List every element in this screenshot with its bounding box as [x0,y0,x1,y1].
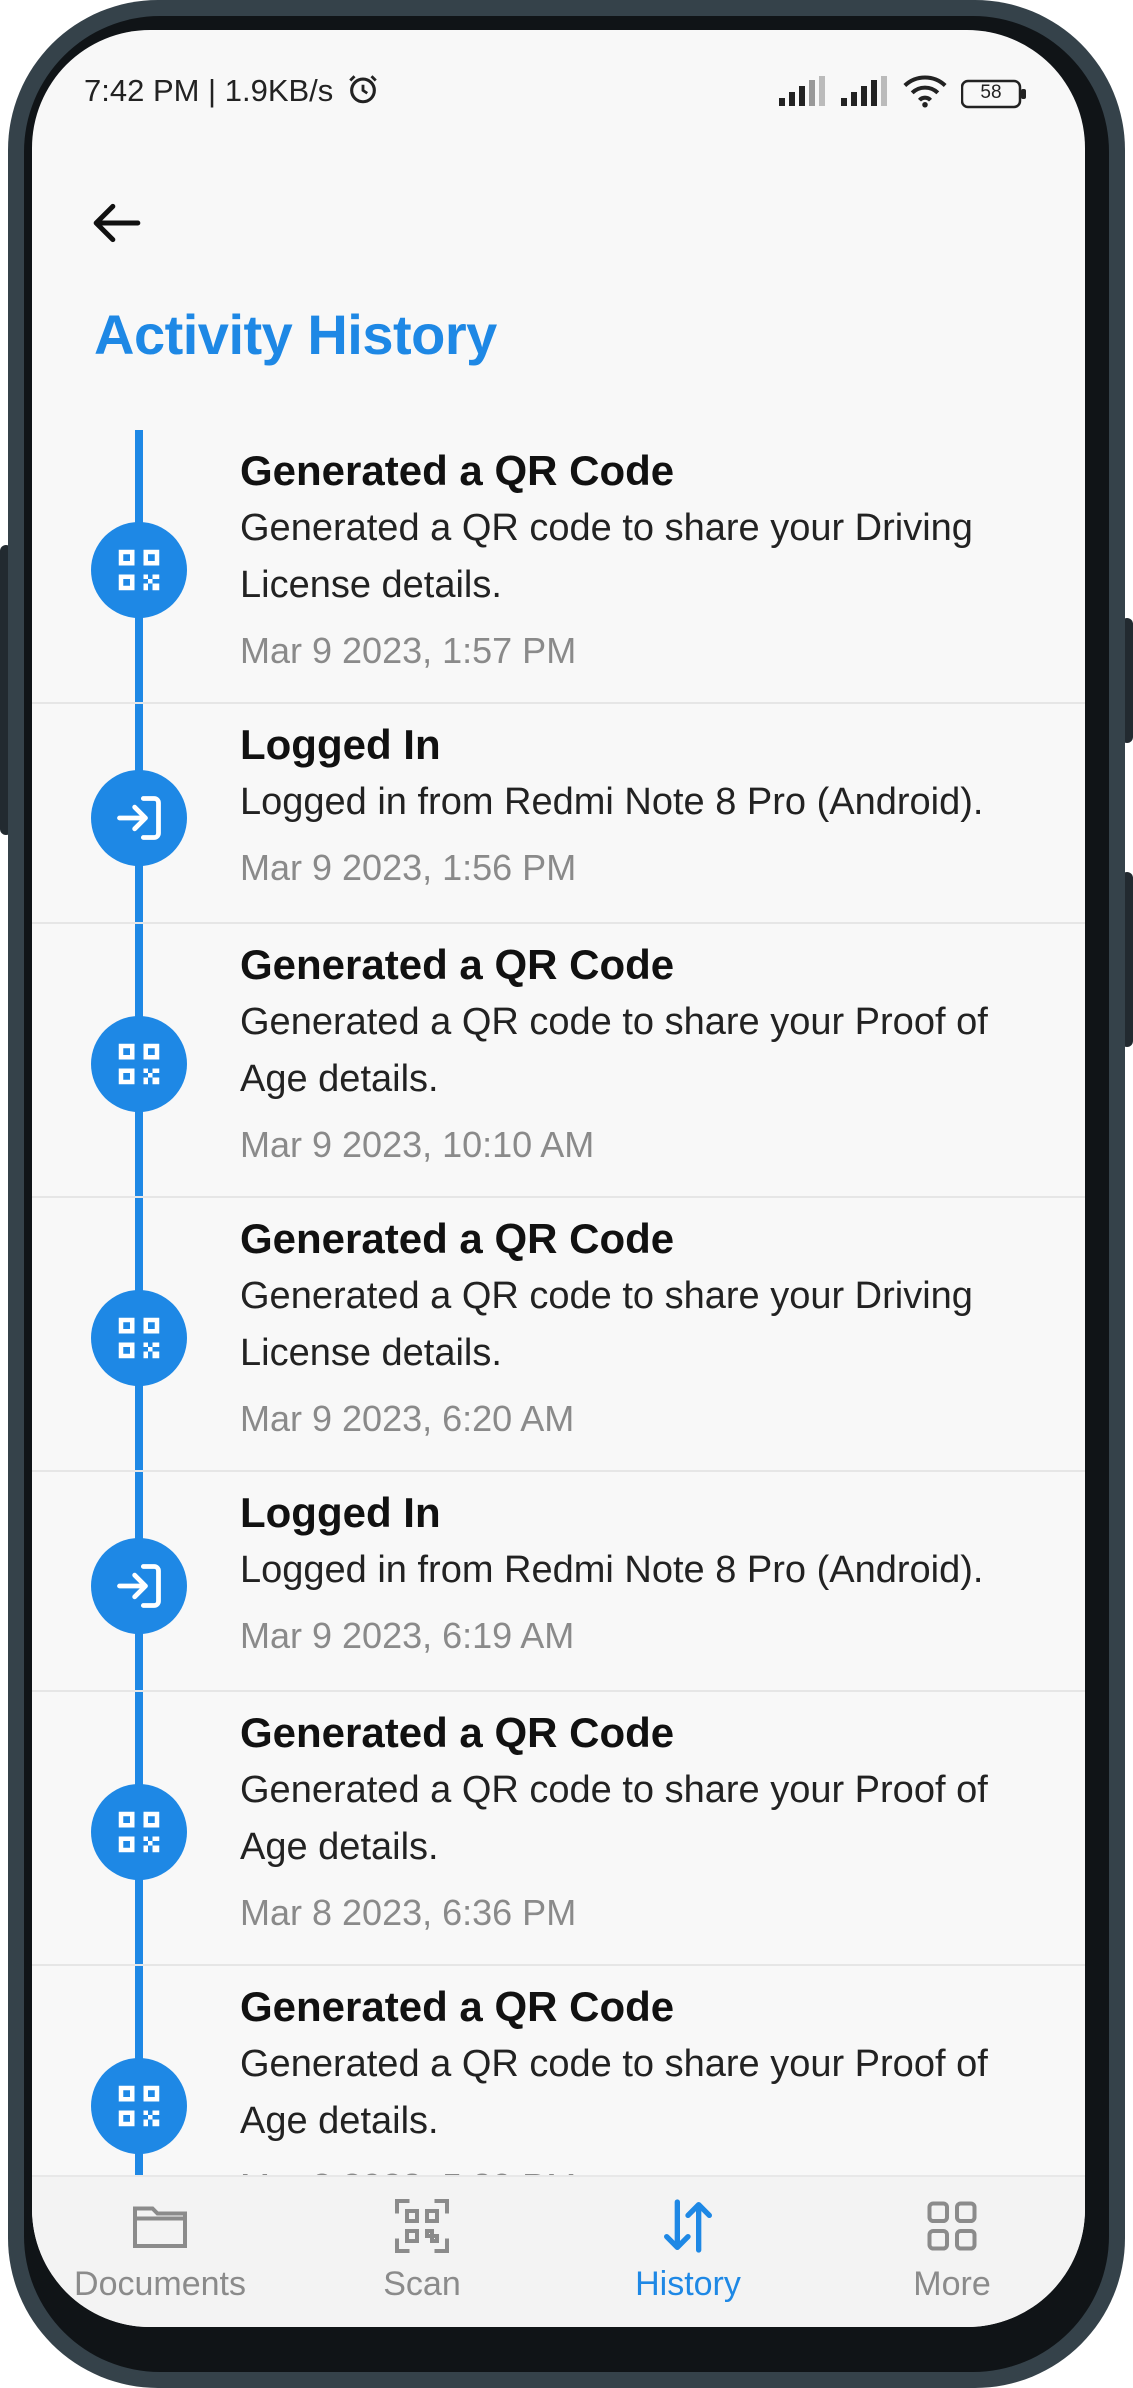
wifi-icon [903,74,947,113]
activity-description: Logged in from Redmi Note 8 Pro (Android… [240,1549,984,1591]
activity-description: Generated a QR code to share your Drivin… [240,507,973,606]
qr-code-icon [118,1811,160,1853]
status-time: 7:42 PM | 1.9KB/s [84,72,380,114]
qr-code-icon [118,2085,160,2127]
activity-timeline: Generated a QR Code Generated a QR code … [32,430,1085,2225]
nav-documents-label: Documents [74,2265,246,2303]
activity-title: Generated a QR Code [240,1983,675,2030]
battery-level: 58 [980,81,1002,103]
page-title: Activity History [94,303,497,366]
qr-scan-icon [395,2199,449,2253]
nav-scan-label: Scan [383,2265,461,2303]
qr-code-icon [118,1043,160,1085]
folder-icon [133,2206,187,2248]
activity-icon-bg [91,1290,187,1386]
activity-description: Generated a QR code to share your Proof … [240,2043,988,2142]
nav-history[interactable]: History [578,2191,798,2304]
activity-item[interactable]: Generated a QR Code Generated a QR code … [32,1692,1085,1966]
grid-icon [927,2201,977,2251]
activity-time: Mar 9 2023, 1:56 PM [240,847,577,888]
nav-documents[interactable]: Documents [50,2191,270,2304]
activity-icon-bg [91,2058,187,2154]
nav-more-label: More [913,2265,991,2303]
signal-icon [779,76,827,111]
activity-item[interactable]: Generated a QR Code Generated a QR code … [32,430,1085,704]
bottom-navigation: Documents Scan History More [32,2175,1085,2327]
activity-time: Mar 8 2023, 6:36 PM [240,1892,577,1933]
activity-time: Mar 9 2023, 10:10 AM [240,1124,595,1165]
screen: 7:42 PM | 1.9KB/s 58 Activity History Ge… [32,30,1085,2327]
status-bar: 7:42 PM | 1.9KB/s 58 [32,30,1085,150]
battery-icon: 58 [961,79,1027,109]
activity-item[interactable]: Generated a QR Code Generated a QR code … [32,924,1085,1198]
qr-code-icon [118,1317,160,1359]
arrow-left-icon [93,203,141,243]
activity-description: Generated a QR code to share your Drivin… [240,1275,973,1374]
activity-item[interactable]: Logged In Logged in from Redmi Note 8 Pr… [32,704,1085,924]
back-button[interactable] [82,188,152,258]
activity-description: Generated a QR code to share your Proof … [240,1769,988,1868]
sort-arrows-icon [664,2199,712,2253]
activity-time: Mar 9 2023, 1:57 PM [240,630,577,671]
activity-item[interactable]: Logged In Logged in from Redmi Note 8 Pr… [32,1472,1085,1692]
signal-icon-2 [841,76,889,111]
activity-title: Logged In [240,721,441,768]
activity-icon-bg [91,770,187,866]
activity-title: Generated a QR Code [240,447,675,494]
activity-icon-bg [91,522,187,618]
activity-title: Generated a QR Code [240,1709,675,1756]
activity-icon-bg [91,1016,187,1112]
status-icons: 58 [779,74,1027,113]
activity-title: Generated a QR Code [240,1215,675,1262]
nav-more[interactable]: More [842,2191,1062,2304]
activity-title: Generated a QR Code [240,941,675,988]
nav-scan[interactable]: Scan [312,2191,532,2304]
activity-time: Mar 9 2023, 6:19 AM [240,1615,575,1656]
activity-title: Logged In [240,1489,441,1536]
alarm-icon [346,72,380,114]
login-icon [117,1564,161,1608]
activity-time: Mar 9 2023, 6:20 AM [240,1398,575,1439]
activity-icon-bg [91,1784,187,1880]
activity-item[interactable]: Generated a QR Code Generated a QR code … [32,1198,1085,1472]
activity-icon-bg [91,1538,187,1634]
login-icon [117,796,161,840]
qr-code-icon [118,549,160,591]
activity-description: Logged in from Redmi Note 8 Pro (Android… [240,781,984,823]
activity-description: Generated a QR code to share your Proof … [240,1001,988,1100]
nav-history-label: History [635,2265,741,2303]
status-time-text: 7:42 PM | 1.9KB/s [84,73,334,109]
